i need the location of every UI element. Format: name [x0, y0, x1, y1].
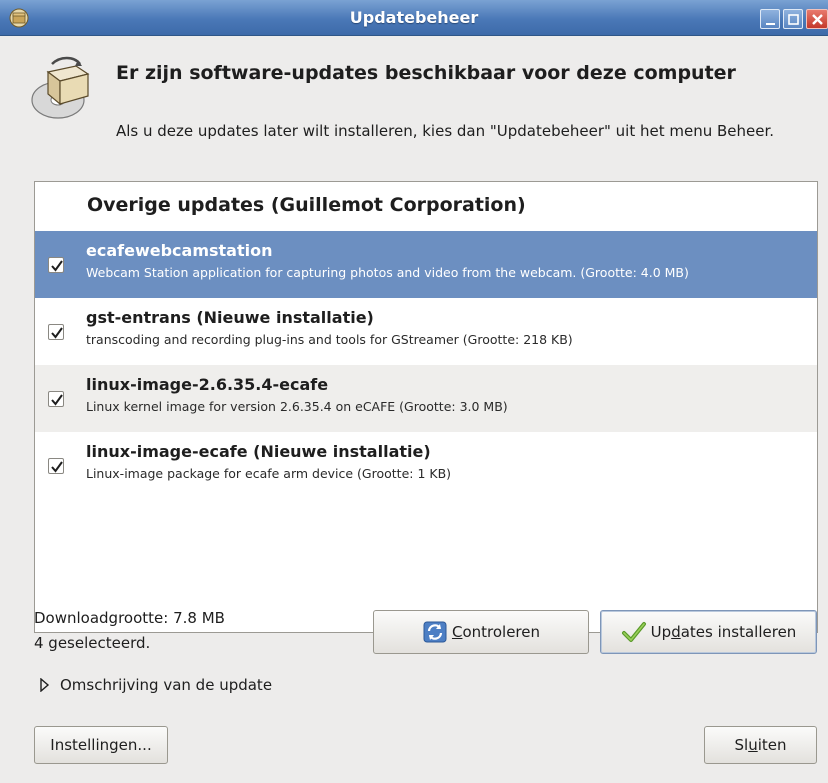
minimize-icon — [766, 23, 775, 25]
update-group-header: Overige updates (Guillemot Corporation) — [87, 194, 526, 216]
install-updates-button[interactable]: Updates installeren — [600, 610, 817, 654]
close-button[interactable]: Sluiten — [704, 726, 817, 764]
close-window-button[interactable] — [806, 9, 828, 29]
checkmark-icon — [51, 260, 63, 272]
expander-arrow-icon — [40, 678, 50, 692]
update-hint: Als u deze updates later wilt installere… — [116, 122, 775, 140]
update-name: gst-entrans (Nieuwe installatie) — [86, 308, 374, 327]
expander-label: Omschrijving van de update — [60, 676, 273, 694]
update-row[interactable]: linux-image-ecafe (Nieuwe installatie) L… — [35, 432, 817, 499]
update-description-expander[interactable]: Omschrijving van de update — [40, 676, 272, 694]
selected-count-label: 4 geselecteerd. — [34, 634, 151, 652]
settings-button[interactable]: Instellingen... — [34, 726, 168, 764]
checkmark-icon — [51, 327, 63, 339]
minimize-button[interactable] — [760, 9, 780, 29]
update-description: Linux kernel image for version 2.6.35.4 … — [86, 399, 508, 414]
update-description: transcoding and recording plug-ins and t… — [86, 332, 573, 347]
window-title: Updatebeheer — [349, 8, 479, 27]
install-button-label: Updates installeren — [650, 623, 797, 641]
updates-list[interactable]: Overige updates (Guillemot Corporation) … — [34, 181, 818, 633]
update-checkbox[interactable] — [48, 257, 64, 273]
download-size-label: Downloadgrootte: 7.8 MB — [34, 609, 225, 627]
title-bar[interactable]: Updatebeheer — [0, 0, 828, 36]
update-row[interactable]: linux-image-2.6.35.4-ecafe Linux kernel … — [35, 365, 817, 432]
update-name: linux-image-2.6.35.4-ecafe — [86, 375, 329, 394]
update-checkbox[interactable] — [48, 458, 64, 474]
maximize-icon — [788, 14, 799, 25]
close-button-label: Sluiten — [734, 736, 787, 754]
refresh-icon — [423, 621, 447, 643]
package-icon — [31, 56, 90, 119]
update-description: Webcam Station application for capturing… — [86, 265, 689, 280]
checkmark-icon — [51, 394, 63, 406]
update-description: Linux-image package for ecafe arm device… — [86, 466, 452, 481]
checkmark-icon — [621, 622, 646, 642]
check-button[interactable]: Controleren — [373, 610, 589, 654]
update-checkbox[interactable] — [48, 391, 64, 407]
update-row[interactable]: ecafewebcamstation Webcam Station applic… — [35, 231, 817, 298]
checkmark-icon — [51, 461, 63, 473]
update-dialog: Er zijn software-updates beschikbaar voo… — [0, 36, 828, 783]
close-icon — [812, 14, 823, 25]
update-row[interactable]: gst-entrans (Nieuwe installatie) transco… — [35, 298, 817, 365]
update-headline: Er zijn software-updates beschikbaar voo… — [116, 62, 736, 84]
update-checkbox[interactable] — [48, 324, 64, 340]
maximize-button[interactable] — [783, 9, 803, 29]
check-button-label: Controleren — [451, 623, 541, 641]
update-name: ecafewebcamstation — [86, 241, 273, 260]
update-name: linux-image-ecafe (Nieuwe installatie) — [86, 442, 431, 461]
